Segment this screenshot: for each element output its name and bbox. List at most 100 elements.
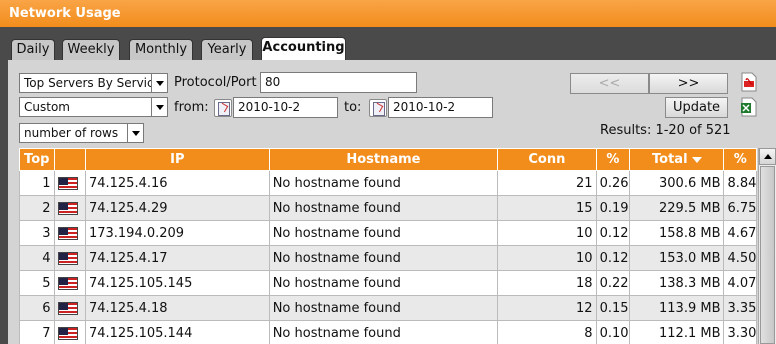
table-header-row: Top IP Hostname Conn % Total % bbox=[19, 148, 757, 171]
column-header-total[interactable]: Total bbox=[629, 148, 725, 171]
total-percent-cell: 4.67 bbox=[723, 220, 757, 246]
us-flag-icon bbox=[57, 326, 78, 340]
ip-cell: 74.125.4.29 bbox=[84, 195, 270, 221]
tab-bar: Daily Weekly Monthly Yearly Accounting bbox=[0, 27, 776, 60]
calendar-icon[interactable] bbox=[369, 99, 387, 117]
tab-weekly[interactable]: Weekly bbox=[62, 39, 120, 60]
tab-yearly[interactable]: Yearly bbox=[201, 39, 253, 60]
conn-percent-cell: 0.10 bbox=[595, 320, 631, 344]
total-percent-cell: 3.35 bbox=[723, 295, 757, 321]
rank-cell: 1 bbox=[19, 170, 55, 196]
column-header-total-label: Total bbox=[652, 152, 688, 167]
pdf-export-icon[interactable] bbox=[739, 72, 759, 92]
date-range-select[interactable]: Custom bbox=[19, 97, 168, 117]
total-cell: 112.1 MB bbox=[629, 320, 725, 344]
ip-cell: 74.125.4.18 bbox=[84, 295, 270, 321]
calendar-icon[interactable] bbox=[214, 99, 232, 117]
tab-daily[interactable]: Daily bbox=[11, 39, 55, 60]
conn-cell: 21 bbox=[497, 170, 597, 196]
conn-cell: 8 bbox=[497, 320, 597, 344]
column-header-total-percent[interactable]: % bbox=[723, 148, 757, 171]
table-row[interactable]: 1 74.125.4.16 No hostname found 21 0.26 … bbox=[19, 170, 757, 196]
protocol-port-input[interactable]: 80 bbox=[260, 72, 417, 93]
flag-cell bbox=[53, 270, 86, 296]
total-cell: 158.8 MB bbox=[629, 220, 725, 246]
total-cell: 229.5 MB bbox=[629, 195, 725, 221]
conn-percent-cell: 0.12 bbox=[595, 245, 631, 271]
ip-cell: 173.194.0.209 bbox=[84, 220, 270, 246]
column-header-conn-percent[interactable]: % bbox=[595, 148, 631, 171]
flag-cell bbox=[53, 220, 86, 246]
rows-value: number of rows bbox=[24, 126, 119, 140]
ip-cell: 74.125.4.17 bbox=[84, 245, 270, 271]
accounting-panel: Top Servers By Service Protocol/Port 80 … bbox=[8, 60, 776, 344]
conn-cell: 10 bbox=[497, 220, 597, 246]
conn-cell: 15 bbox=[497, 195, 597, 221]
date-range-value: Custom bbox=[24, 100, 70, 114]
conn-percent-cell: 0.22 bbox=[595, 270, 631, 296]
us-flag-icon bbox=[57, 251, 78, 265]
column-header-hostname[interactable]: Hostname bbox=[268, 148, 499, 171]
column-header-conn[interactable]: Conn bbox=[497, 148, 597, 171]
tab-monthly[interactable]: Monthly bbox=[129, 39, 193, 60]
flag-cell bbox=[53, 245, 86, 271]
flag-cell bbox=[53, 195, 86, 221]
rank-cell: 7 bbox=[19, 320, 55, 344]
table-row[interactable]: 5 74.125.105.145 No hostname found 18 0.… bbox=[19, 270, 757, 296]
conn-percent-cell: 0.19 bbox=[595, 195, 631, 221]
scroll-up-arrow-icon[interactable] bbox=[759, 148, 776, 165]
table-scrollbar[interactable] bbox=[758, 148, 776, 344]
next-page-button[interactable]: >> bbox=[649, 73, 728, 94]
rows-select[interactable]: number of rows bbox=[19, 123, 144, 143]
sort-descending-icon bbox=[691, 156, 702, 163]
rank-cell: 3 bbox=[19, 220, 55, 246]
tab-accounting[interactable]: Accounting bbox=[261, 37, 346, 60]
chevron-down-icon bbox=[127, 124, 143, 142]
hostname-cell: No hostname found bbox=[268, 195, 499, 221]
flag-cell bbox=[53, 320, 86, 344]
chevron-down-icon bbox=[151, 74, 167, 92]
rank-cell: 2 bbox=[19, 195, 55, 221]
table-row[interactable]: 3 173.194.0.209 No hostname found 10 0.1… bbox=[19, 220, 757, 246]
to-label: to: bbox=[344, 100, 362, 115]
total-percent-cell: 8.84 bbox=[723, 170, 757, 196]
rank-cell: 5 bbox=[19, 270, 55, 296]
table-row[interactable]: 2 74.125.4.29 No hostname found 15 0.19 … bbox=[19, 195, 757, 221]
scrollbar-thumb[interactable] bbox=[760, 166, 775, 344]
total-percent-cell: 4.50 bbox=[723, 245, 757, 271]
hostname-cell: No hostname found bbox=[268, 270, 499, 296]
total-percent-cell: 6.75 bbox=[723, 195, 757, 221]
hostname-cell: No hostname found bbox=[268, 245, 499, 271]
hostname-cell: No hostname found bbox=[268, 170, 499, 196]
us-flag-icon bbox=[57, 226, 78, 240]
column-header-top[interactable]: Top bbox=[19, 148, 55, 171]
previous-page-button[interactable]: << bbox=[570, 73, 649, 94]
table-row[interactable]: 4 74.125.4.17 No hostname found 10 0.12 … bbox=[19, 245, 757, 271]
total-cell: 113.9 MB bbox=[629, 295, 725, 321]
rank-cell: 4 bbox=[19, 245, 55, 271]
us-flag-icon bbox=[57, 201, 78, 215]
us-flag-icon bbox=[57, 176, 78, 190]
hostname-cell: No hostname found bbox=[268, 295, 499, 321]
table-row[interactable]: 6 74.125.4.18 No hostname found 12 0.15 … bbox=[19, 295, 757, 321]
table-row[interactable]: 7 74.125.105.144 No hostname found 8 0.1… bbox=[19, 320, 757, 344]
total-percent-cell: 3.30 bbox=[723, 320, 757, 344]
ip-cell: 74.125.4.16 bbox=[84, 170, 270, 196]
flag-cell bbox=[53, 170, 86, 196]
to-date-input[interactable]: 2010-10-2 bbox=[388, 97, 493, 118]
conn-cell: 10 bbox=[497, 245, 597, 271]
column-header-ip[interactable]: IP bbox=[84, 148, 270, 171]
excel-export-icon[interactable] bbox=[739, 97, 759, 117]
flag-cell bbox=[53, 295, 86, 321]
ip-cell: 74.125.105.145 bbox=[84, 270, 270, 296]
protocol-label: Protocol/Port bbox=[174, 75, 257, 90]
report-type-select[interactable]: Top Servers By Service bbox=[19, 73, 168, 93]
from-date-input[interactable]: 2010-10-2 bbox=[233, 97, 338, 118]
servers-table: Top IP Hostname Conn % Total % 1 74.125.… bbox=[19, 148, 757, 344]
report-type-value: Top Servers By Service bbox=[24, 76, 161, 90]
update-button[interactable]: Update bbox=[665, 97, 728, 118]
window-title: Network Usage bbox=[0, 0, 776, 27]
total-cell: 153.0 MB bbox=[629, 245, 725, 271]
column-header-flag bbox=[53, 148, 86, 171]
chevron-down-icon bbox=[151, 98, 167, 116]
